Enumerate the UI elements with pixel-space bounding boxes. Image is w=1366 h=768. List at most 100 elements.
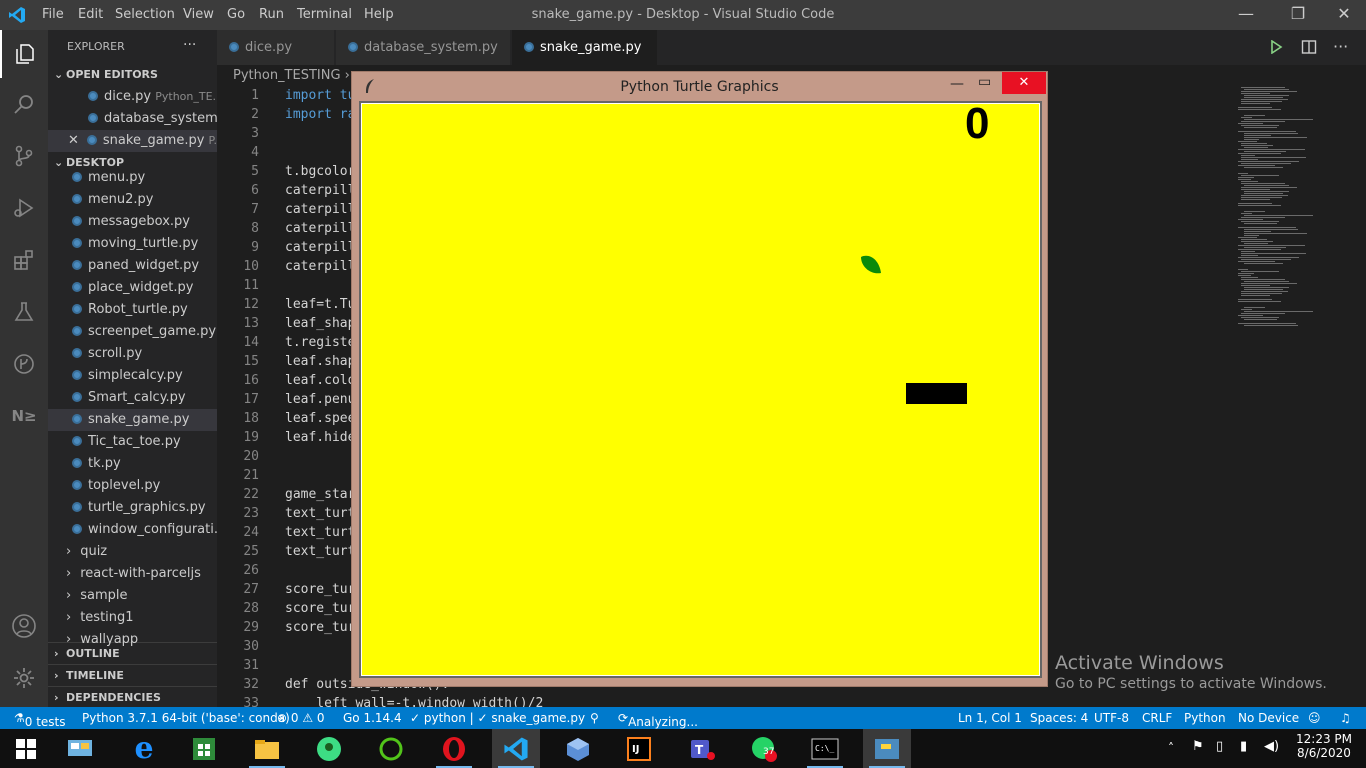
file-item[interactable]: screenpet_game.py <box>48 321 217 343</box>
turtle-close-button[interactable]: ✕ <box>1002 72 1046 94</box>
restore-icon[interactable]: ❐ <box>1278 4 1318 26</box>
chevron-right-icon: › <box>66 588 72 603</box>
file-item[interactable]: snake_game.py <box>48 409 217 431</box>
minimize-icon[interactable]: — <box>1226 4 1266 26</box>
run-file-icon[interactable] <box>1269 39 1283 58</box>
dependencies-header[interactable]: › DEPENDENCIES <box>48 686 217 708</box>
file-item[interactable]: scroll.py <box>48 343 217 365</box>
file-item[interactable]: place_widget.py <box>48 277 217 299</box>
maps-icon[interactable] <box>305 729 353 768</box>
file-item[interactable]: window_configurati... <box>48 519 217 541</box>
whatsapp-icon[interactable]: 37 <box>740 729 788 768</box>
more-actions-button[interactable]: ··· <box>183 37 196 53</box>
sync-app-icon[interactable] <box>367 729 415 768</box>
open-editors-header[interactable]: ⌄ OPEN EDITORS <box>48 64 217 86</box>
windows-start-icon[interactable] <box>2 729 50 768</box>
folder-item[interactable]: › testing1 <box>48 607 217 629</box>
python-file-icon <box>229 42 239 52</box>
folder-item[interactable]: › react-with-parceljs <box>48 563 217 585</box>
open-editor-item[interactable]: database_system.... <box>48 108 217 130</box>
virtualbox-icon[interactable] <box>554 729 602 768</box>
tray-network-icon[interactable]: ▮ <box>1240 739 1247 754</box>
file-item[interactable]: simplecalcy.py <box>48 365 217 387</box>
tab-database-system[interactable]: database_system.py <box>336 30 511 65</box>
file-name: tk.py <box>88 456 121 471</box>
file-item[interactable]: paned_widget.py <box>48 255 217 277</box>
split-editor-icon[interactable] <box>1301 39 1317 59</box>
source-control-icon[interactable] <box>0 132 48 180</box>
file-item[interactable]: moving_turtle.py <box>48 233 217 255</box>
status-encoding[interactable]: UTF-8 <box>1094 711 1129 725</box>
close-icon[interactable]: ✕ <box>1324 4 1364 26</box>
file-explorer-icon[interactable] <box>243 729 291 768</box>
tray-volume-icon[interactable]: ◀) <box>1264 739 1279 754</box>
control-panel-icon[interactable] <box>56 729 104 768</box>
extensions-icon[interactable] <box>0 236 48 284</box>
open-editor-item-active[interactable]: ✕ snake_game.py P... <box>48 130 217 152</box>
teams-icon[interactable]: T <box>678 729 726 768</box>
status-sync-icon[interactable]: ⚲ <box>590 711 599 725</box>
status-python-check[interactable]: ✓ python | ✓ snake_game.py <box>410 711 585 725</box>
open-editor-item[interactable]: dice.py Python_TE... <box>48 86 217 108</box>
vscode-taskbar-icon[interactable] <box>492 729 540 768</box>
account-icon[interactable] <box>0 602 48 650</box>
file-item[interactable]: Smart_calcy.py <box>48 387 217 409</box>
settings-gear-icon[interactable] <box>0 654 48 702</box>
activate-windows-watermark: Activate Windows Go to PC settings to ac… <box>1055 652 1327 692</box>
python-turtle-taskbar-icon[interactable] <box>863 729 911 768</box>
file-item[interactable]: Tic_tac_toe.py <box>48 431 217 453</box>
line-number: 25 <box>243 544 259 559</box>
intellij-icon[interactable]: IJ <box>615 729 663 768</box>
status-device[interactable]: No Device <box>1238 711 1299 725</box>
folder-name: react-with-parceljs <box>80 566 201 581</box>
feedback-icon[interactable]: ☺ <box>1308 711 1321 725</box>
minimap[interactable] <box>1238 87 1328 337</box>
store-icon[interactable] <box>180 729 228 768</box>
terminal-icon[interactable]: C:\_ <box>801 729 849 768</box>
status-interpreter[interactable]: Python 3.7.1 64-bit ('base': conda) <box>82 711 290 725</box>
turtle-canvas[interactable]: 0 <box>359 99 1042 678</box>
file-item[interactable]: tk.py <box>48 453 217 475</box>
open-editor-path: Python_TE... <box>155 90 217 103</box>
file-item[interactable]: menu.py <box>48 167 217 189</box>
explorer-icon[interactable] <box>0 30 48 78</box>
file-item[interactable]: messagebox.py <box>48 211 217 233</box>
timeline-header[interactable]: › TIMELINE <box>48 664 217 686</box>
folder-item[interactable]: › quiz <box>48 541 217 563</box>
status-eol[interactable]: CRLF <box>1142 711 1172 725</box>
status-tests[interactable]: ⚗ 0 tests <box>14 711 66 729</box>
tab-snake-game[interactable]: snake_game.py ✕ <box>512 30 658 90</box>
folder-item[interactable]: › wallyapp <box>48 629 217 651</box>
git-graph-icon[interactable] <box>0 340 48 388</box>
status-language[interactable]: Python <box>1184 711 1226 725</box>
file-item[interactable]: turtle_graphics.py <box>48 497 217 519</box>
file-item[interactable]: menu2.py <box>48 189 217 211</box>
tray-overflow-icon[interactable]: ˄ <box>1168 741 1174 755</box>
file-item[interactable]: Robot_turtle.py <box>48 299 217 321</box>
turtle-maximize-icon[interactable]: ▭ <box>978 74 991 90</box>
tray-flag-icon[interactable]: ⚑ <box>1192 739 1204 754</box>
run-debug-icon[interactable] <box>0 184 48 232</box>
status-go-version[interactable]: Go 1.14.4 <box>343 711 402 725</box>
file-item[interactable]: toplevel.py <box>48 475 217 497</box>
tray-clock[interactable]: 12:23 PM 8/6/2020 <box>1292 732 1356 760</box>
opera-icon[interactable] <box>430 729 478 768</box>
folder-item[interactable]: › sample <box>48 585 217 607</box>
status-cursor-position[interactable]: Ln 1, Col 1 <box>958 711 1022 725</box>
internet-explorer-icon[interactable]: e <box>120 729 168 768</box>
tab-dice[interactable]: dice.py <box>217 30 335 65</box>
editor-more-icon[interactable]: ··· <box>1333 37 1348 56</box>
turtle-minimize-icon[interactable]: — <box>950 76 964 92</box>
file-name: snake_game.py <box>88 412 190 427</box>
status-problems[interactable]: ⊗ 0 ⚠ 0 <box>277 711 325 725</box>
notifications-bell-icon[interactable]: ♫ <box>1340 711 1351 725</box>
status-indentation[interactable]: Spaces: 4 <box>1030 711 1088 725</box>
search-icon[interactable] <box>0 80 48 128</box>
python-file-icon <box>72 414 82 424</box>
extension-n-icon[interactable]: N≥ <box>0 392 48 440</box>
close-editor-icon[interactable]: ✕ <box>68 133 79 148</box>
testing-flask-icon[interactable] <box>0 288 48 336</box>
tray-battery-icon[interactable]: ▯ <box>1216 739 1223 754</box>
line-number: 10 <box>243 259 259 274</box>
chevron-right-icon: › <box>66 632 72 647</box>
